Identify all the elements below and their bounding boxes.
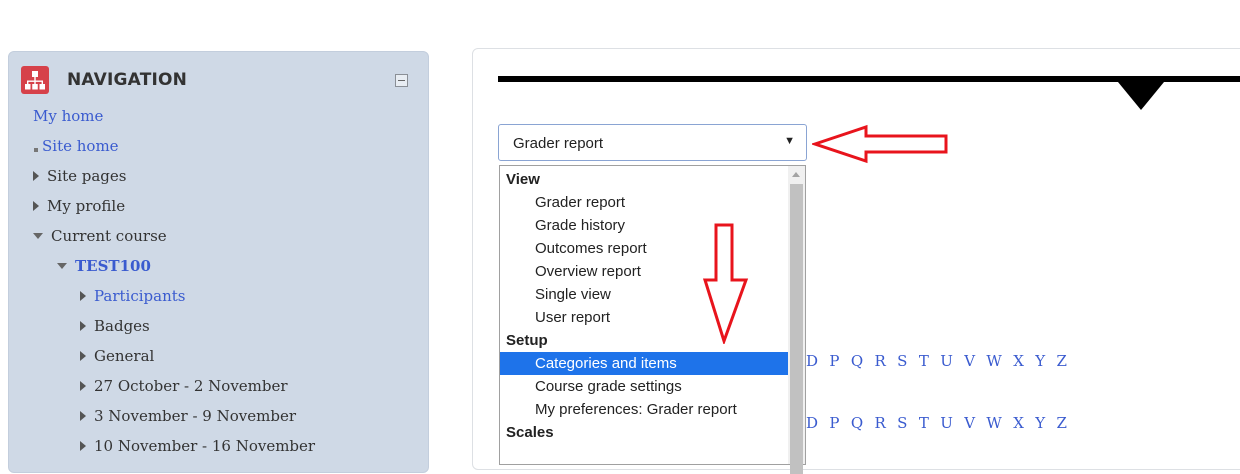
nav-item-label: Badges (94, 317, 150, 335)
expand-arrow-icon[interactable] (80, 411, 86, 421)
nav-item-label: 27 October - 2 November (94, 377, 288, 395)
expand-arrow-icon[interactable] (80, 291, 86, 301)
navigation-header: NAVIGATION (21, 66, 416, 96)
red-left-arrow-icon (812, 124, 948, 164)
nav-item-label: Site home (42, 137, 119, 155)
nav-item[interactable]: Current course (33, 226, 167, 246)
expand-arrow-icon[interactable] (80, 381, 86, 391)
nav-item-label: 3 November - 9 November (94, 407, 296, 425)
nav-item-label: Current course (51, 227, 167, 245)
report-dropdown-list[interactable]: View Grader report Grade history Outcomes r… (499, 165, 806, 474)
dropdown-option[interactable]: Categories and items (500, 352, 790, 375)
nav-item[interactable]: Participants (80, 286, 186, 306)
dropdown-group-label: Scales (506, 424, 554, 441)
scrollbar-thumb[interactable] (790, 184, 803, 474)
nav-item[interactable]: My profile (33, 196, 125, 216)
nav-item[interactable]: General (80, 346, 154, 366)
nav-item-label: TEST100 (75, 257, 151, 275)
nav-item-label: My home (33, 107, 104, 125)
nav-item-label: Participants (94, 287, 186, 305)
expand-arrow-icon[interactable] (80, 441, 86, 451)
initials-filter-row[interactable]: D P Q R S T U V W X Y Z (806, 414, 1070, 432)
expand-arrow-icon[interactable] (80, 351, 86, 361)
expand-arrow-icon[interactable] (33, 171, 39, 181)
dropdown-option[interactable]: Course grade settings (500, 375, 790, 398)
nav-item[interactable]: My home (33, 106, 103, 126)
nav-item[interactable]: 27 October - 2 November (80, 376, 288, 396)
dropdown-option[interactable]: Grader report (500, 191, 790, 214)
collapse-icon[interactable] (395, 74, 408, 87)
report-select-value: Grader report (513, 135, 604, 152)
dropdown-scrollbar[interactable] (788, 166, 805, 474)
nav-item[interactable]: 10 November - 16 November (80, 436, 315, 456)
red-down-arrow-icon (702, 223, 749, 344)
expand-arrow-icon[interactable] (33, 201, 39, 211)
nav-item[interactable]: Badges (80, 316, 150, 336)
nav-item[interactable]: TEST100 (57, 256, 151, 276)
report-select[interactable]: Grader report ▼ (498, 124, 807, 161)
expand-arrow-icon[interactable] (80, 321, 86, 331)
bullet-icon (34, 148, 38, 152)
nav-item[interactable]: 3 November - 9 November (80, 406, 296, 426)
initials-filter-row[interactable]: D P Q R S T U V W X Y Z (806, 352, 1070, 370)
dropdown-group-label: View (506, 171, 540, 188)
navigation-title: NAVIGATION (67, 70, 188, 90)
nav-item[interactable]: Site home (34, 136, 119, 156)
nav-item-label: Site pages (47, 167, 127, 185)
dropdown-arrow-icon: ▼ (784, 135, 795, 147)
sitemap-icon (21, 66, 49, 94)
nav-item-label: 10 November - 16 November (94, 437, 316, 455)
collapse-arrow-icon[interactable] (57, 263, 67, 269)
dropdown-option[interactable]: My preferences: Grader report (500, 398, 790, 421)
collapse-arrow-icon[interactable] (33, 233, 43, 239)
scroll-up-icon[interactable] (792, 172, 800, 177)
nav-item-label: My profile (47, 197, 126, 215)
nav-item-label: General (94, 347, 155, 365)
nav-item[interactable]: Site pages (33, 166, 126, 186)
header-notch-icon (1118, 82, 1164, 110)
